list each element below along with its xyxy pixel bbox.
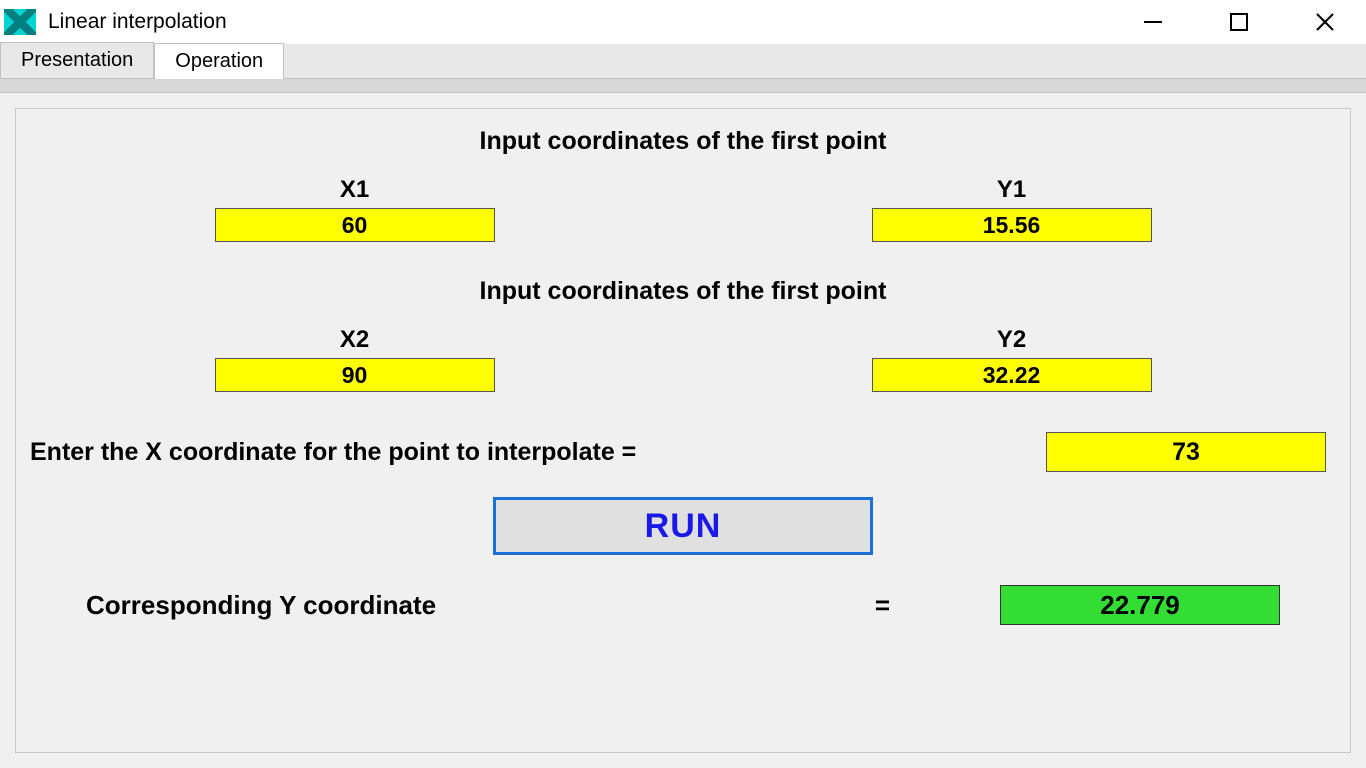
close-icon [1314, 11, 1336, 33]
app-window: Linear interpolation Presentation Operat… [0, 0, 1366, 768]
y2-label: Y2 [997, 326, 1026, 354]
y1-input[interactable]: 15.56 [872, 208, 1152, 242]
y2-block: Y2 32.22 [872, 326, 1152, 392]
app-icon [4, 9, 36, 35]
run-button[interactable]: RUN [493, 497, 873, 555]
y2-input[interactable]: 32.22 [872, 358, 1152, 392]
second-point-row: X2 90 Y2 32.22 [26, 326, 1340, 392]
toolbar-spacer [0, 79, 1366, 93]
interp-row: Enter the X coordinate for the point to … [26, 432, 1340, 472]
x2-input[interactable]: 90 [215, 358, 495, 392]
tab-presentation[interactable]: Presentation [0, 42, 154, 78]
minimize-button[interactable] [1130, 6, 1176, 38]
result-row: Corresponding Y coordinate = 22.779 [26, 585, 1340, 625]
equals-sign: = [875, 590, 890, 621]
x1-label: X1 [340, 176, 369, 204]
interp-prompt: Enter the X coordinate for the point to … [30, 438, 636, 467]
close-button[interactable] [1302, 6, 1348, 38]
y1-label: Y1 [997, 176, 1026, 204]
first-point-heading: Input coordinates of the first point [26, 127, 1340, 156]
run-row: RUN [26, 497, 1340, 555]
operation-panel: Input coordinates of the first point X1 … [15, 108, 1351, 753]
x2-label: X2 [340, 326, 369, 354]
first-point-row: X1 60 Y1 15.56 [26, 176, 1340, 242]
tabstrip: Presentation Operation [0, 44, 1366, 79]
second-point-heading: Input coordinates of the first point [26, 277, 1340, 306]
minimize-icon [1142, 11, 1164, 33]
result-label: Corresponding Y coordinate [86, 590, 436, 621]
window-title: Linear interpolation [48, 10, 1130, 34]
x2-block: X2 90 [215, 326, 495, 392]
x1-block: X1 60 [215, 176, 495, 242]
maximize-icon [1229, 12, 1249, 32]
titlebar: Linear interpolation [0, 0, 1366, 44]
tab-operation[interactable]: Operation [154, 43, 284, 79]
y-result-output: 22.779 [1000, 585, 1280, 625]
content-area: Input coordinates of the first point X1 … [0, 93, 1366, 768]
x1-input[interactable]: 60 [215, 208, 495, 242]
maximize-button[interactable] [1216, 6, 1262, 38]
window-controls [1130, 6, 1358, 38]
x-interp-input[interactable]: 73 [1046, 432, 1326, 472]
y1-block: Y1 15.56 [872, 176, 1152, 242]
